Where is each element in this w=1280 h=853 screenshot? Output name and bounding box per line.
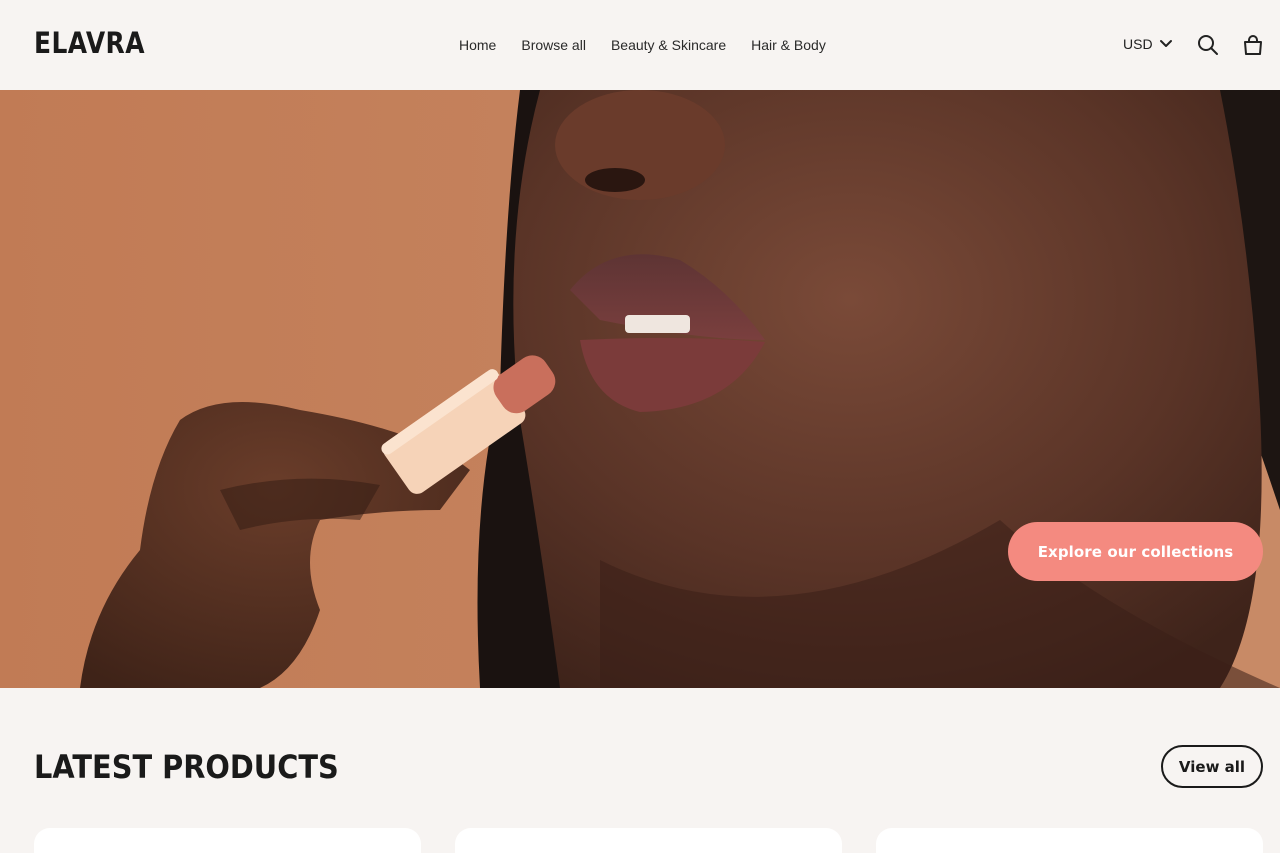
site-logo[interactable]: ELAVRA — [34, 26, 145, 60]
nav-home[interactable]: Home — [459, 37, 496, 53]
main-nav: Home Browse all Beauty & Skincare Hair &… — [459, 37, 826, 53]
product-card[interactable] — [34, 828, 421, 853]
nav-hair-body[interactable]: Hair & Body — [751, 37, 826, 53]
hero-banner: Explore our collections — [0, 90, 1280, 688]
shopping-bag-icon[interactable] — [1242, 34, 1264, 56]
site-header: ELAVRA Home Browse all Beauty & Skincare… — [0, 0, 1280, 90]
hero-image — [0, 90, 1280, 688]
product-card[interactable] — [876, 828, 1263, 853]
product-card[interactable] — [455, 828, 842, 853]
currency-selector[interactable]: USD — [1123, 36, 1173, 52]
nav-browse-all[interactable]: Browse all — [521, 37, 586, 53]
explore-collections-button[interactable]: Explore our collections — [1008, 522, 1263, 581]
search-icon[interactable] — [1197, 34, 1219, 56]
chevron-down-icon — [1159, 39, 1173, 49]
latest-products-title: LATEST PRODUCTS — [34, 748, 339, 786]
nav-beauty-skincare[interactable]: Beauty & Skincare — [611, 37, 726, 53]
view-all-button[interactable]: View all — [1161, 745, 1263, 788]
currency-label: USD — [1123, 36, 1153, 52]
